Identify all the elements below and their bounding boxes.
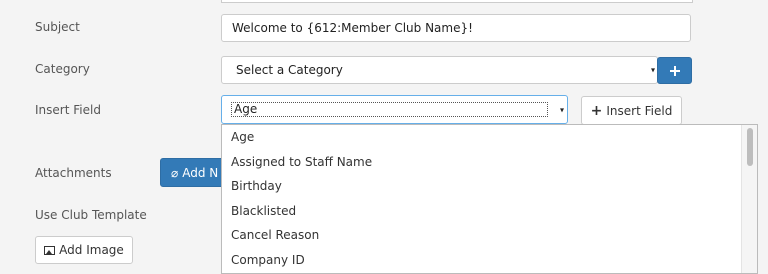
dropdown-option[interactable]: Assigned to Staff Name [222,150,757,175]
dropdown-option[interactable]: Age [222,125,757,150]
paperclip-icon: ⌀ [171,165,179,180]
insert-field-value: Age [231,102,548,117]
plus-icon: + [590,102,603,119]
add-image-label: Add Image [59,243,124,257]
category-select[interactable]: Select a Category ▾ [221,56,658,84]
category-value: Select a Category [236,63,343,77]
dropdown-option[interactable]: Blacklisted [222,199,757,224]
attachments-label: Attachments [35,166,112,180]
subject-value: Welcome to {612:Member Club Name}! [232,21,473,35]
insert-field-button[interactable]: + Insert Field [581,96,682,125]
dropdown-scrollbar[interactable] [741,125,757,273]
add-image-button[interactable]: Add Image [35,236,133,264]
select-arrow-icon: ▾ [650,65,655,75]
insert-field-select[interactable]: Age ▾ [221,95,568,124]
add-attachment-label: Add N [182,165,219,180]
dropdown-option[interactable]: Birthday [222,174,757,199]
insert-field-button-label: Insert Field [606,103,673,118]
add-category-button[interactable] [657,57,692,84]
previous-field-edge [221,0,693,3]
add-attachment-button[interactable]: ⌀ Add N [160,158,222,187]
dropdown-option[interactable]: Company ID [222,248,757,273]
insert-field-dropdown[interactable]: Age Assigned to Staff Name Birthday Blac… [221,124,758,274]
image-icon [44,245,56,255]
use-club-template-label: Use Club Template [35,208,147,222]
scrollbar-thumb[interactable] [747,128,753,166]
insert-field-label: Insert Field [35,103,101,117]
subject-label: Subject [35,20,80,34]
select-arrow-icon: ▾ [559,105,564,114]
dropdown-option[interactable]: Cancel Reason [222,223,757,248]
subject-input[interactable]: Welcome to {612:Member Club Name}! [221,14,691,42]
category-label: Category [35,62,90,76]
